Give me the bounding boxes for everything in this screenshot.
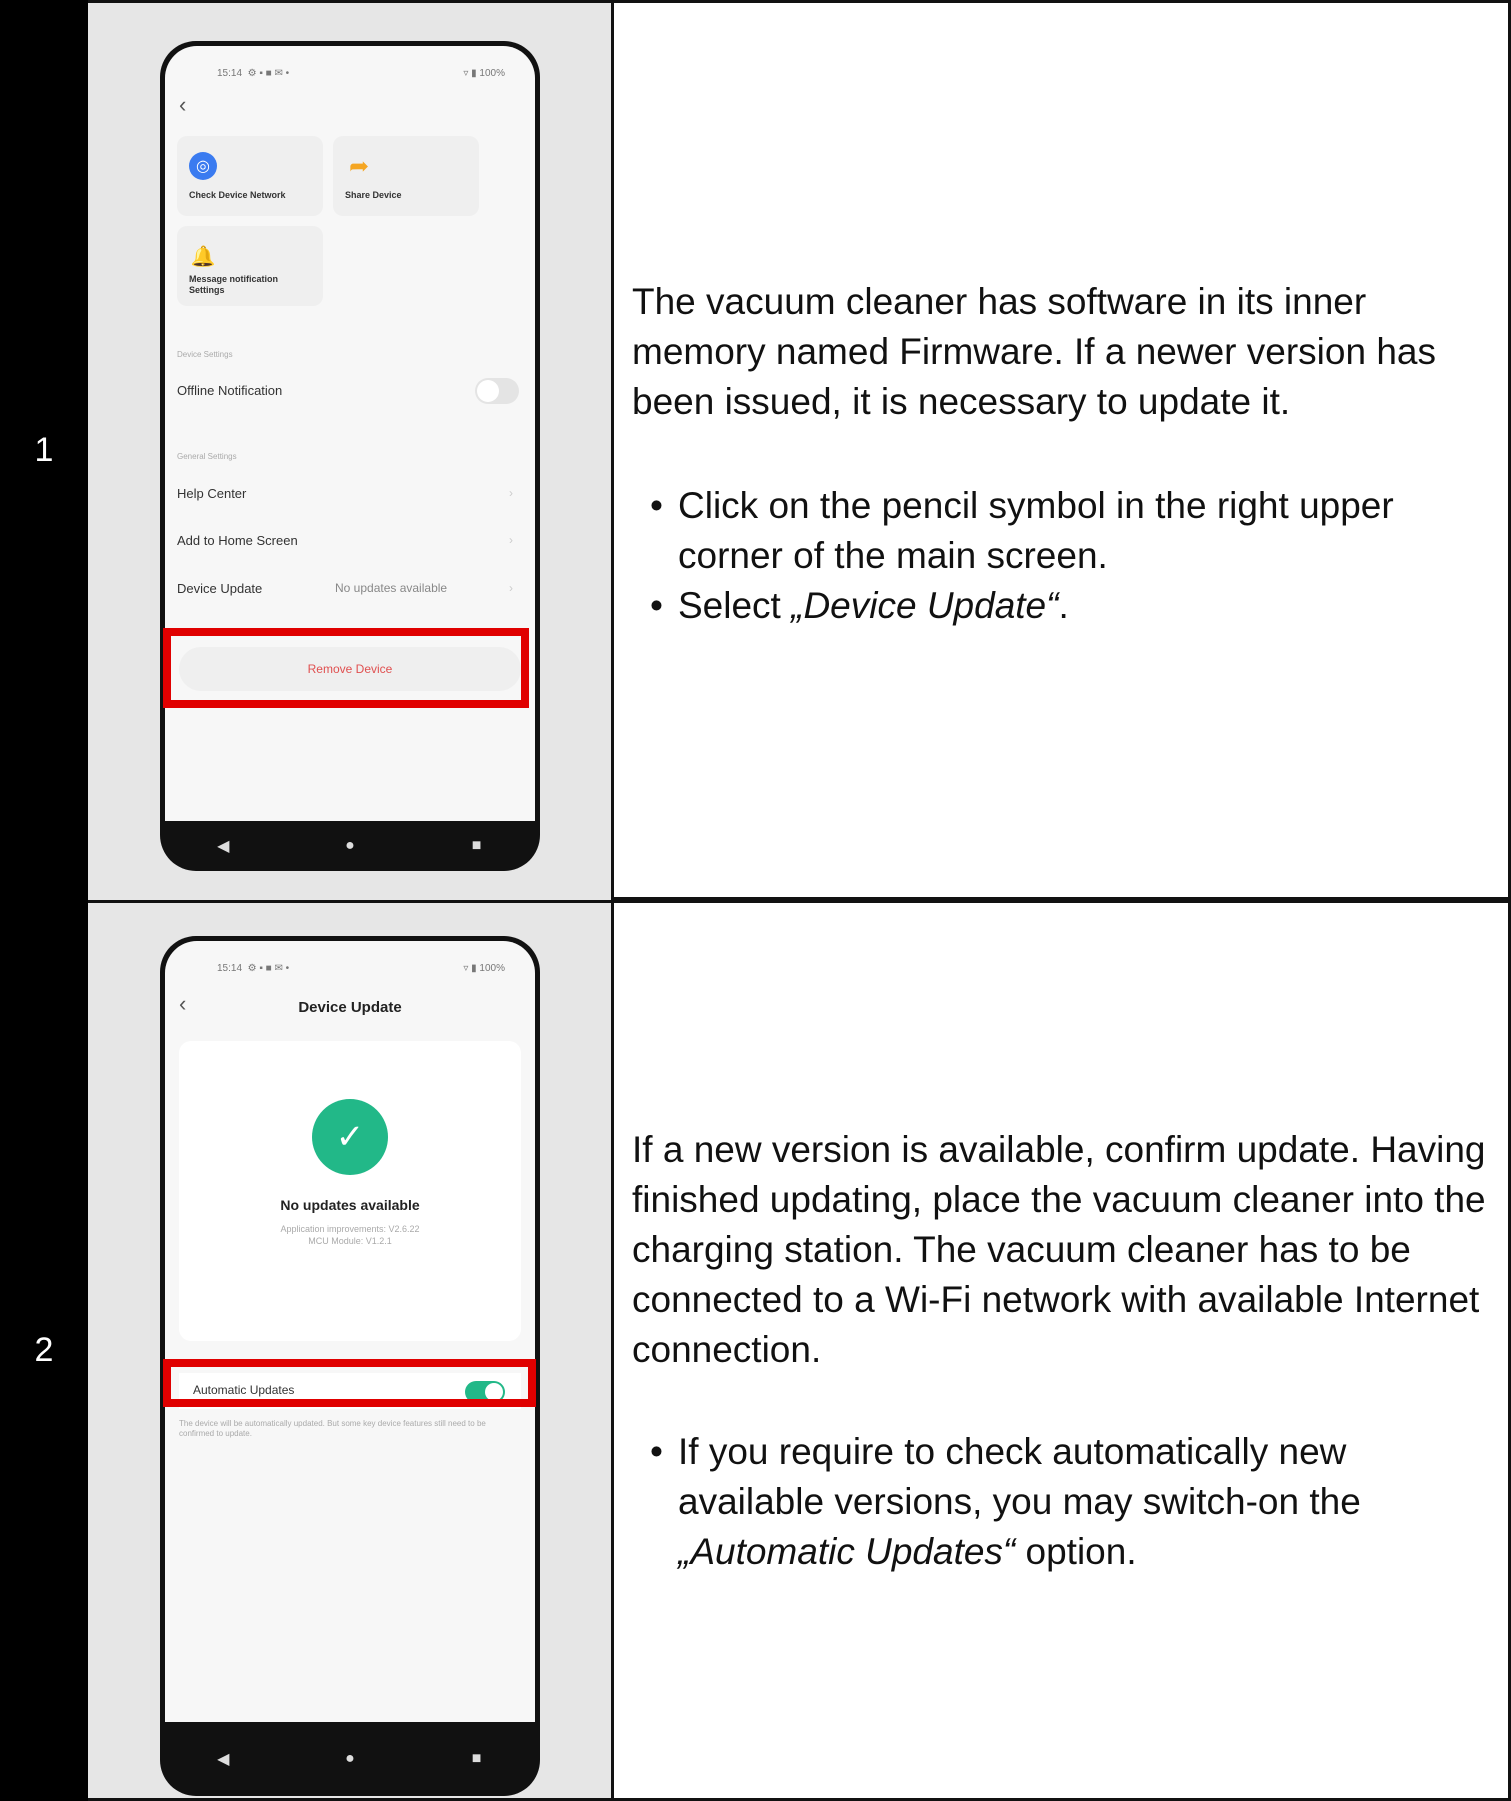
status-bar: 15:14 ⚙ ▪ ■ ✉ • ▿ ▮ 100%	[217, 68, 505, 84]
text-cell: The vacuum cleaner has software in its i…	[614, 0, 1511, 900]
add-to-home-label: Add to Home Screen	[177, 533, 298, 548]
bullet-item: If you require to check automatically ne…	[650, 1427, 1500, 1577]
nav-back-icon[interactable]: ◀	[193, 836, 253, 856]
step-description: If a new version is available, confirm u…	[632, 1129, 1486, 1370]
help-center-label: Help Center	[177, 486, 247, 501]
bullet-list: If you require to check automatically ne…	[650, 1427, 1500, 1577]
bullet-item: Click on the pencil symbol in the right …	[650, 481, 1500, 581]
section-general-settings: General Settings	[177, 452, 237, 461]
update-status-card: ✓ No updates available Application impro…	[179, 1041, 521, 1341]
highlight-box	[163, 628, 529, 708]
device-update-row[interactable]: Device Update No updates available ›	[177, 581, 523, 596]
nav-recent-icon[interactable]: ■	[447, 837, 507, 855]
status-icons: ⚙ ▪ ■ ✉ •	[247, 963, 290, 974]
chevron-right-icon: ›	[509, 486, 513, 500]
highlight-box	[163, 1359, 536, 1407]
help-center-row[interactable]: Help Center ›	[177, 486, 523, 501]
android-nav-bar: ◀ ● ■	[160, 821, 540, 871]
app-improvements-version: Application improvements: V2.6.22	[280, 1224, 420, 1234]
share-icon: ➦	[348, 152, 370, 180]
mcu-module-version: MCU Module: V1.2.1	[308, 1236, 392, 1246]
status-bar: 15:14 ⚙ ▪ ■ ✉ • ▿ ▮ 100%	[217, 963, 505, 979]
phone-frame: 15:14 ⚙ ▪ ■ ✉ • ▿ ▮ 100% ‹ ◎ Check Devic…	[160, 41, 540, 871]
nav-home-icon[interactable]: ●	[320, 837, 380, 855]
nav-recent-icon[interactable]: ■	[447, 1750, 507, 1768]
tile-label: Check Device Network	[189, 190, 286, 200]
add-to-home-row[interactable]: Add to Home Screen ›	[177, 533, 523, 548]
bell-icon: 🔔	[190, 245, 216, 268]
phone-screen: 15:14 ⚙ ▪ ■ ✉ • ▿ ▮ 100% ‹ Device Update…	[165, 941, 535, 1722]
bullet-emphasis: „Device Update“	[791, 585, 1059, 626]
tile-check-network[interactable]: ◎ Check Device Network	[177, 136, 323, 216]
status-icons: ⚙ ▪ ■ ✉ •	[247, 68, 290, 79]
screenshot-cell: 15:14 ⚙ ▪ ■ ✉ • ▿ ▮ 100% ‹ ◎ Check Devic…	[88, 0, 614, 900]
text-cell: If a new version is available, confirm u…	[614, 900, 1511, 1801]
network-icon: ◎	[189, 152, 217, 180]
no-updates-title: No updates available	[280, 1197, 420, 1213]
device-update-value: No updates available	[335, 581, 448, 595]
bullet-emphasis: „Automatic Updates“	[678, 1531, 1016, 1572]
status-battery: ▿ ▮ 100%	[463, 963, 505, 974]
tile-message-notification[interactable]: 🔔 Message notification Settings	[177, 226, 323, 306]
bullet-list: Click on the pencil symbol in the right …	[650, 481, 1500, 631]
bullet-text: .	[1058, 585, 1069, 626]
status-time: 15:14	[217, 963, 243, 974]
status-time: 15:14	[217, 68, 243, 79]
offline-notification-toggle[interactable]	[475, 378, 519, 404]
bullet-text: If you require to check automatically ne…	[678, 1431, 1361, 1522]
screenshot-cell: 15:14 ⚙ ▪ ■ ✉ • ▿ ▮ 100% ‹ Device Update…	[88, 900, 614, 1801]
nav-home-icon[interactable]: ●	[320, 1750, 380, 1768]
bullet-text: Select	[678, 585, 792, 626]
tile-share-device[interactable]: ➦ Share Device	[333, 136, 479, 216]
chevron-right-icon: ›	[509, 533, 513, 547]
back-arrow-icon[interactable]: ‹	[179, 92, 186, 118]
step-row-1: 1 15:14 ⚙ ▪ ■ ✉ • ▿ ▮ 100% ‹ ◎ Check Dev…	[0, 0, 1511, 900]
section-device-settings: Device Settings	[177, 350, 233, 359]
instruction-table: 1 15:14 ⚙ ▪ ■ ✉ • ▿ ▮ 100% ‹ ◎ Check Dev…	[0, 0, 1511, 1801]
check-icon: ✓	[312, 1099, 388, 1175]
device-update-label: Device Update	[177, 581, 263, 596]
tile-label: Message notification Settings	[189, 274, 279, 295]
bullet-item: Select „Device Update“.	[650, 581, 1500, 631]
step-number: 2	[0, 900, 88, 1801]
automatic-updates-note: The device will be automatically updated…	[179, 1419, 486, 1438]
chevron-right-icon: ›	[509, 581, 513, 595]
page-title: Device Update	[298, 999, 402, 1016]
tile-label: Share Device	[345, 190, 402, 200]
step-row-2: 2 15:14 ⚙ ▪ ■ ✉ • ▿ ▮ 100% ‹ Device Upda…	[0, 900, 1511, 1801]
step-description: The vacuum cleaner has software in its i…	[632, 281, 1436, 422]
status-battery: ▿ ▮ 100%	[463, 68, 505, 79]
offline-notification-label: Offline Notification	[177, 383, 283, 398]
android-nav-bar: ◀ ● ■	[160, 1722, 540, 1796]
step-number: 1	[0, 0, 88, 900]
offline-notification-row[interactable]: Offline Notification	[177, 383, 523, 398]
nav-back-icon[interactable]: ◀	[193, 1749, 253, 1769]
bullet-text: option.	[1015, 1531, 1137, 1572]
